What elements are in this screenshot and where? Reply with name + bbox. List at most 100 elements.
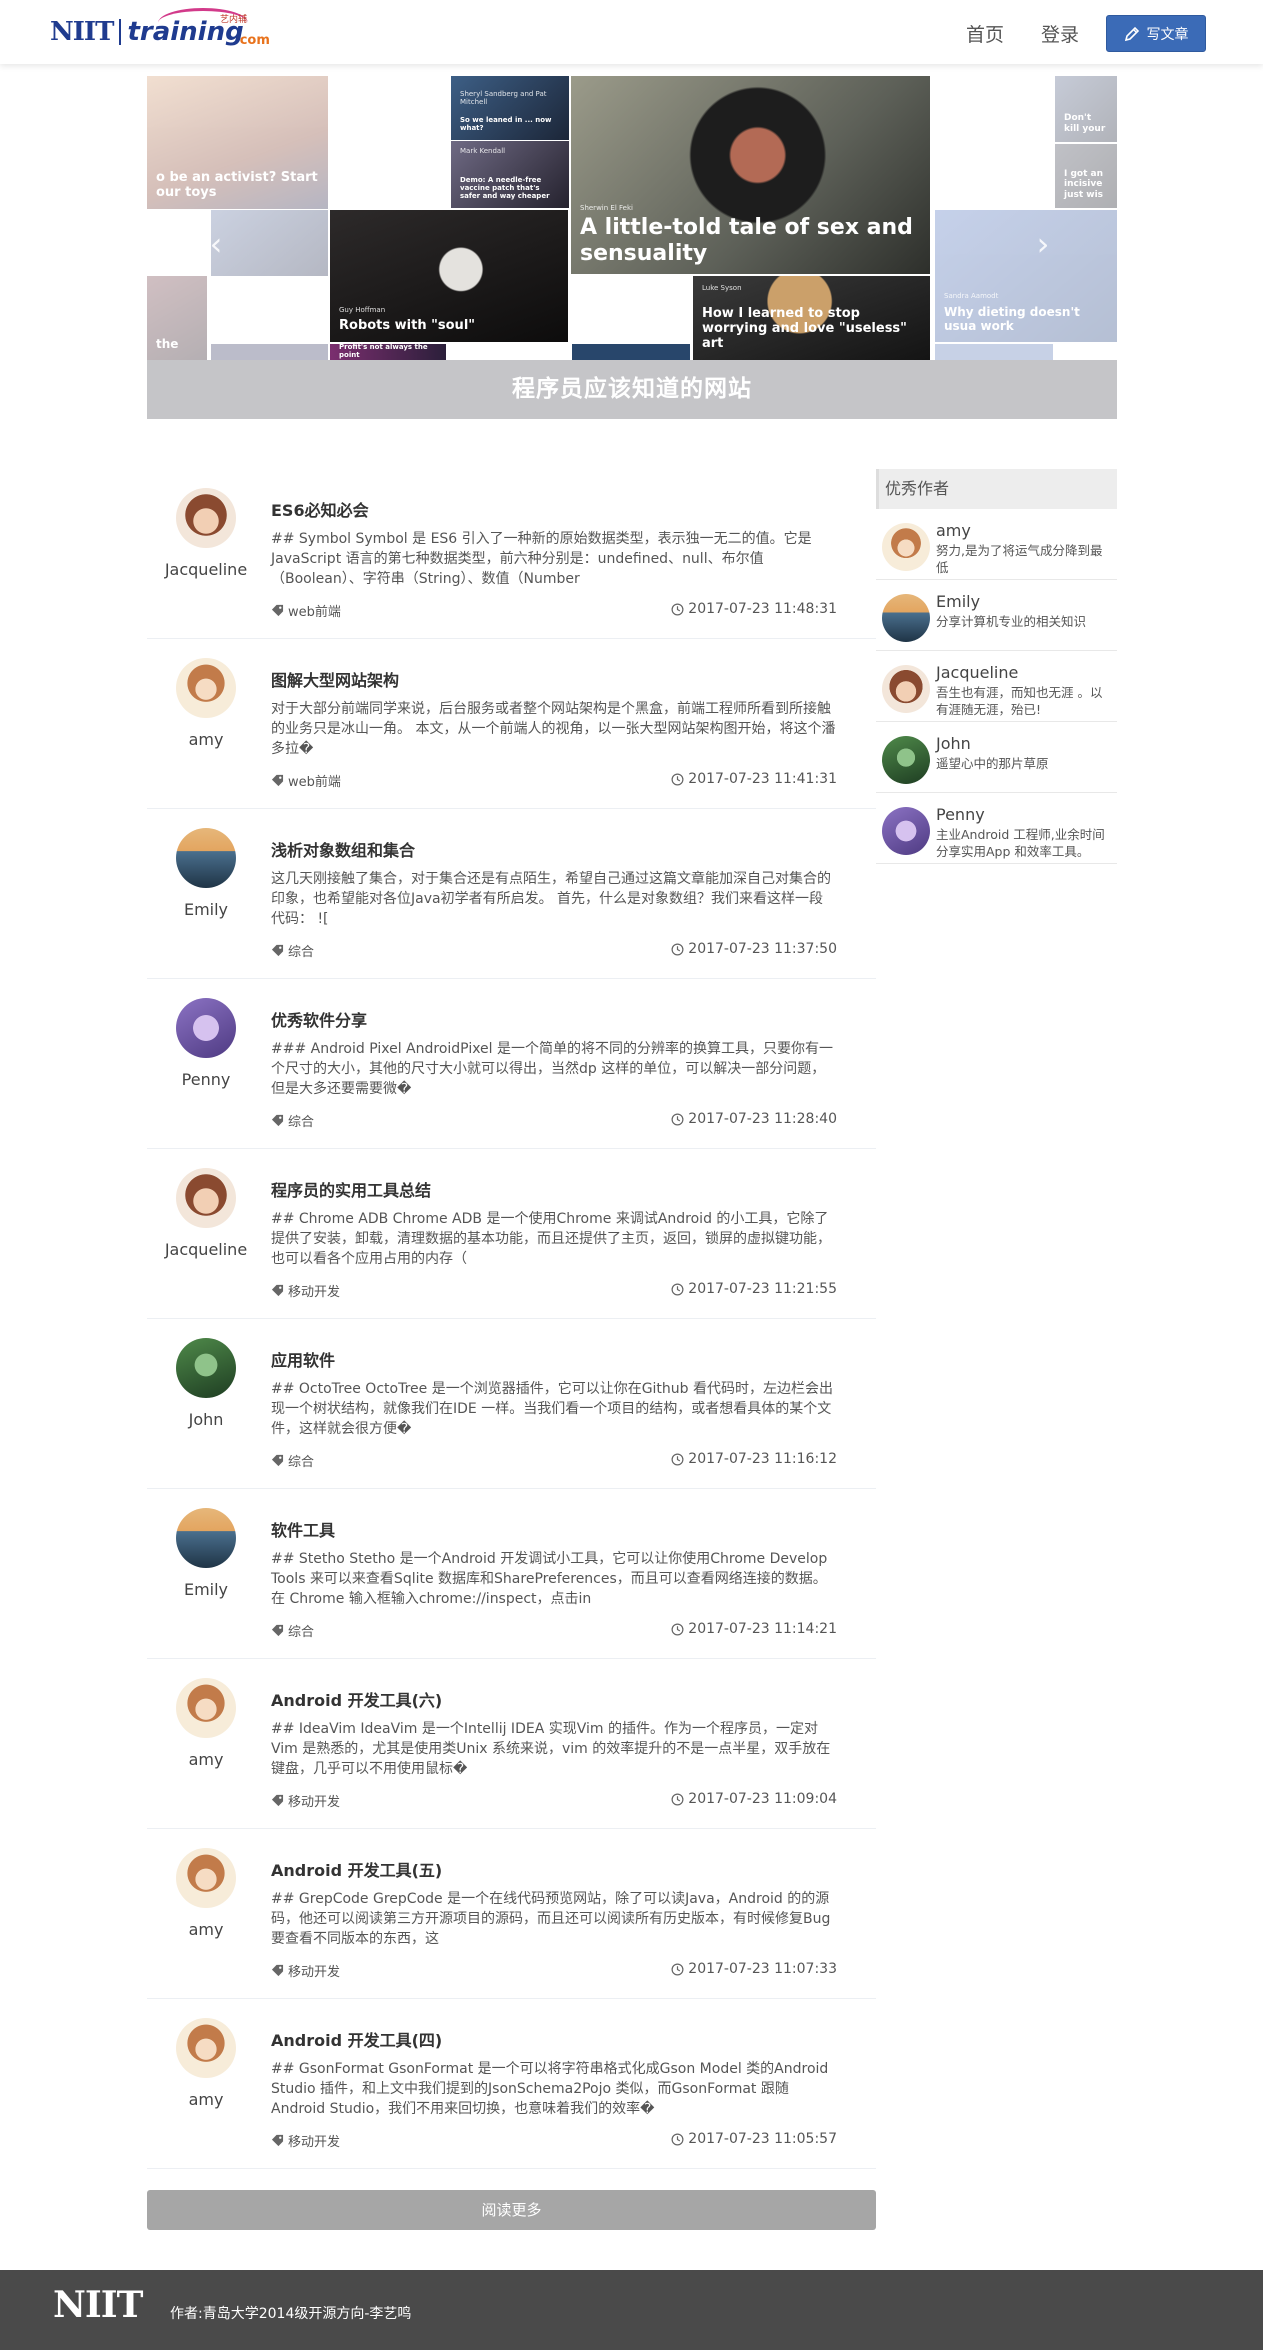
sidebar-author-avatar[interactable]	[882, 665, 930, 713]
author-avatar[interactable]	[176, 488, 236, 548]
tag-icon	[271, 1794, 284, 1807]
sidebar-author-name[interactable]: John	[936, 734, 971, 753]
sidebar-author-name[interactable]: Jacqueline	[936, 663, 1018, 682]
article-tag[interactable]: 移动开发	[271, 1961, 340, 1980]
banner-tile[interactable]	[935, 344, 1053, 360]
banner-tile[interactable]: Mark Kendall Demo: A needle-free vaccine…	[451, 141, 569, 208]
author-avatar[interactable]	[176, 1678, 236, 1738]
author-name[interactable]: Jacqueline	[147, 560, 265, 579]
article-time: 2017-07-23 11:07:33	[671, 1961, 837, 1977]
article-title[interactable]: 浅析对象数组和集合	[271, 837, 415, 861]
author-avatar[interactable]	[176, 1338, 236, 1398]
article-time-label: 2017-07-23 11:41:31	[688, 771, 837, 787]
banner-prev-arrow[interactable]: ‹	[205, 226, 227, 262]
footer-credit: 作者:青岛大学2014级开源方向-李艺鸣	[170, 2306, 412, 2322]
author-avatar[interactable]	[176, 998, 236, 1058]
sidebar-author-item[interactable]: Penny 主业Android 工程师,业余时间分享实用App 和效率工具。	[876, 793, 1117, 864]
clock-icon	[671, 773, 684, 785]
article-row[interactable]: amy Android 开发工具(五) ## GrepCode GrepCode 是…	[147, 1829, 876, 1999]
article-title[interactable]: Android 开发工具(六)	[271, 1687, 442, 1711]
article-tag[interactable]: web前端	[271, 601, 341, 620]
banner-tile[interactable]: Guy Hoffman Robots with "soul"	[330, 210, 568, 342]
banner-tile[interactable]: Sheryl Sandberg and Pat Mitchell So we l…	[451, 76, 569, 140]
banner-tile[interactable]: I got an incisive just wis	[1055, 144, 1117, 208]
author-name[interactable]: John	[147, 1410, 265, 1429]
article-row[interactable]: Penny 优秀软件分享 ### Android Pixel AndroidPixe…	[147, 979, 876, 1149]
article-row[interactable]: Emily 软件工具 ## Stetho Stetho 是一个Android 开发调…	[147, 1489, 876, 1659]
nav-home-link[interactable]: 首页	[966, 20, 1004, 47]
banner-next-arrow[interactable]: ›	[1032, 226, 1054, 262]
sidebar-author-avatar[interactable]	[882, 807, 930, 855]
sidebar-author-name[interactable]: Emily	[936, 592, 980, 611]
article-title[interactable]: Android 开发工具(五)	[271, 1857, 442, 1881]
article-title[interactable]: Android 开发工具(四)	[271, 2027, 442, 2051]
article-excerpt: ## GrepCode GrepCode 是一个在线代码预览网站，除了可以读Ja…	[271, 1891, 831, 1947]
author-avatar[interactable]	[176, 828, 236, 888]
sidebar-author-desc: 遥望心中的那片草原	[936, 756, 1049, 771]
article-row[interactable]: amy Android 开发工具(四) ## GsonFormat GsonForm…	[147, 1999, 876, 2169]
read-more-button[interactable]: 阅读更多	[147, 2190, 876, 2230]
banner-tile[interactable]	[572, 344, 690, 360]
author-avatar[interactable]	[176, 1848, 236, 1908]
article-tag-label: 综合	[288, 945, 315, 960]
sidebar-author-item[interactable]: amy 努力,是为了将运气成分降到最低	[876, 509, 1117, 580]
article-tag[interactable]: 移动开发	[271, 1791, 340, 1810]
clock-icon	[671, 1283, 684, 1295]
sidebar-author-item[interactable]: John 遥望心中的那片草原	[876, 722, 1117, 793]
article-row[interactable]: amy Android 开发工具(六) ## IdeaVim IdeaVim 是一个…	[147, 1659, 876, 1829]
sidebar-author-item[interactable]: Jacqueline 吾生也有涯，而知也无涯 。以有涯随无涯，殆已!	[876, 651, 1117, 722]
banner-tile[interactable]: Luke Syson How I learned to stop worryin…	[693, 276, 930, 360]
author-name[interactable]: Emily	[147, 1580, 265, 1599]
article-tag[interactable]: 移动开发	[271, 2131, 340, 2150]
article-tag[interactable]: 移动开发	[271, 1281, 340, 1300]
banner-tile[interactable]: Sandra Aamodt Why dieting doesn't usua w…	[935, 210, 1117, 342]
banner-tile[interactable]: Don't kill your	[1055, 76, 1117, 142]
article-row[interactable]: John 应用软件 ## OctoTree OctoTree 是一个浏览器插件，它可…	[147, 1319, 876, 1489]
article-tag[interactable]: 综合	[271, 941, 314, 960]
sidebar-author-item[interactable]: Emily 分享计算机专业的相关知识	[876, 580, 1117, 651]
article-row[interactable]: Jacqueline 程序员的实用工具总结 ## Chrome ADB Chrome…	[147, 1149, 876, 1319]
banner-tile[interactable]: the	[147, 276, 207, 360]
article-tag[interactable]: web前端	[271, 771, 341, 790]
author-name[interactable]: amy	[147, 1750, 265, 1769]
banner-tile[interactable]: o be an activist? Start our toys	[147, 76, 328, 209]
article-title[interactable]: 图解大型网站架构	[271, 667, 399, 691]
banner-tile[interactable]: Profit's not always the point	[330, 344, 446, 360]
author-name[interactable]: amy	[147, 2090, 265, 2109]
article-tag[interactable]: 综合	[271, 1451, 314, 1470]
write-article-button[interactable]: 写文章	[1106, 15, 1206, 52]
article-row[interactable]: Emily 浅析对象数组和集合 这几天刚接触了集合，对于集合还是有点陌生，希望自己通…	[147, 809, 876, 979]
tag-icon	[271, 944, 284, 957]
article-title[interactable]: 优秀软件分享	[271, 1007, 367, 1031]
author-name[interactable]: Emily	[147, 900, 265, 919]
sidebar-author-avatar[interactable]	[882, 523, 930, 571]
author-list: amy 努力,是为了将运气成分降到最低 Emily 分享计算机专业的相关知识 Jacqu…	[876, 509, 1117, 864]
article-title[interactable]: 软件工具	[271, 1517, 335, 1541]
sidebar-author-name[interactable]: Penny	[936, 805, 985, 824]
sidebar-author-name[interactable]: amy	[936, 521, 971, 540]
author-avatar[interactable]	[176, 1168, 236, 1228]
author-avatar[interactable]	[176, 1508, 236, 1568]
author-name[interactable]: amy	[147, 730, 265, 749]
banner-tile[interactable]: Sherwin El Feki A little-told tale of se…	[571, 76, 930, 274]
author-avatar[interactable]	[176, 658, 236, 718]
article-row[interactable]: amy 图解大型网站架构 对于大部分前端同学来说，后台服务或者整个网站架构是个黑盒，…	[147, 639, 876, 809]
hero-banner[interactable]: o be an activist? Start our toys the She…	[147, 76, 1117, 419]
author-name[interactable]: Penny	[147, 1070, 265, 1089]
article-tag[interactable]: 综合	[271, 1621, 314, 1640]
author-name[interactable]: amy	[147, 1920, 265, 1939]
article-title[interactable]: ES6必知必会	[271, 497, 369, 521]
banner-tile[interactable]	[211, 344, 328, 360]
article-title[interactable]: 程序员的实用工具总结	[271, 1177, 431, 1201]
article-title[interactable]: 应用软件	[271, 1347, 335, 1371]
nav-login-link[interactable]: 登录	[1041, 20, 1079, 47]
banner-caption[interactable]: 程序员应该知道的网站	[147, 360, 1117, 419]
article-row[interactable]: Jacqueline ES6必知必会 ## Symbol Symbol 是 ES6 …	[147, 469, 876, 639]
sidebar-author-avatar[interactable]	[882, 594, 930, 642]
banner-tile[interactable]	[211, 210, 328, 276]
site-logo[interactable]: NIIT training com 艺内辅	[50, 8, 270, 54]
author-name[interactable]: Jacqueline	[147, 1240, 265, 1259]
sidebar-author-avatar[interactable]	[882, 736, 930, 784]
article-tag[interactable]: 综合	[271, 1111, 314, 1130]
author-avatar[interactable]	[176, 2018, 236, 2078]
